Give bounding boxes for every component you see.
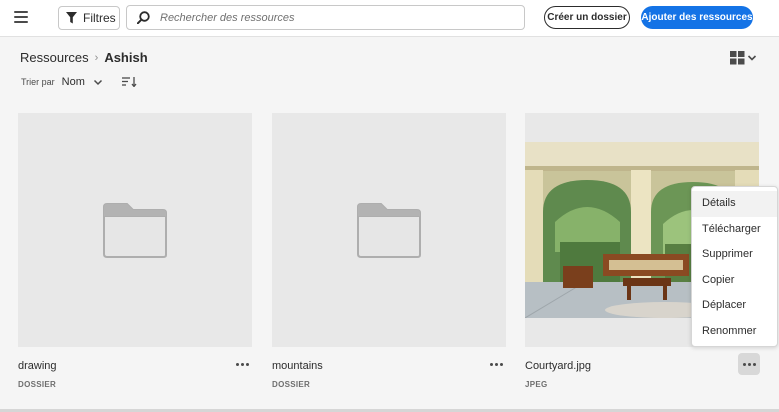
search-field[interactable] [126,5,525,30]
chevron-right-icon: › [94,51,99,64]
asset-name: mountains [272,360,323,372]
more-actions-button[interactable] [485,353,507,375]
folder-icon [357,203,421,258]
filters-label: Filtres [83,11,116,25]
asset-name: Courtyard.jpg [525,360,592,372]
top-bar: Filtres Créer un dossier Ajouter des res… [0,0,779,37]
view-toggle-button[interactable] [730,51,757,65]
add-assets-button[interactable]: Ajouter des ressources [641,6,753,29]
create-folder-label: Créer un dossier [547,12,627,23]
menu-item-details[interactable]: Détails [692,191,777,217]
filters-button[interactable]: Filtres [58,6,120,30]
filter-icon [66,12,77,24]
asset-type: JPEG [525,380,548,389]
sort-field-select[interactable]: Nom [62,76,103,88]
search-input[interactable] [160,11,500,24]
folder-icon [103,203,167,258]
menu-item-rename[interactable]: Renommer [692,319,777,345]
more-actions-button[interactable] [738,353,760,375]
chevron-down-icon [93,79,102,85]
breadcrumb-root-link[interactable]: Ressources [20,50,89,65]
chevron-down-icon [747,55,757,61]
asset-type: DOSSIER [272,380,311,389]
asset-card[interactable]: mountains DOSSIER [272,113,506,389]
more-actions-button[interactable] [231,353,253,375]
breadcrumb: Ressources › Ashish [20,50,148,65]
sort-field-value: Nom [61,76,85,88]
breadcrumb-current: Ashish [104,50,148,65]
hamburger-menu-icon[interactable] [14,11,28,23]
add-assets-label: Ajouter des ressources [641,12,753,23]
sort-order-icon [121,77,137,87]
sort-bar: Trier par Nom [21,76,137,88]
menu-item-copy[interactable]: Copier [692,268,777,294]
sort-label: Trier par [21,77,55,87]
search-icon [137,11,150,24]
menu-item-move[interactable]: Déplacer [692,293,777,319]
asset-name: drawing [18,360,57,372]
context-menu: Détails Télécharger Supprimer Copier Dép… [691,186,778,347]
sort-order-button[interactable] [121,77,137,87]
asset-type: DOSSIER [18,380,57,389]
menu-item-delete[interactable]: Supprimer [692,242,777,268]
asset-thumbnail[interactable] [272,113,506,347]
asset-thumbnail[interactable] [18,113,252,347]
menu-item-download[interactable]: Télécharger [692,217,777,243]
grid-view-icon [730,51,745,65]
asset-card[interactable]: drawing DOSSIER [18,113,252,389]
create-folder-button[interactable]: Créer un dossier [544,6,630,29]
